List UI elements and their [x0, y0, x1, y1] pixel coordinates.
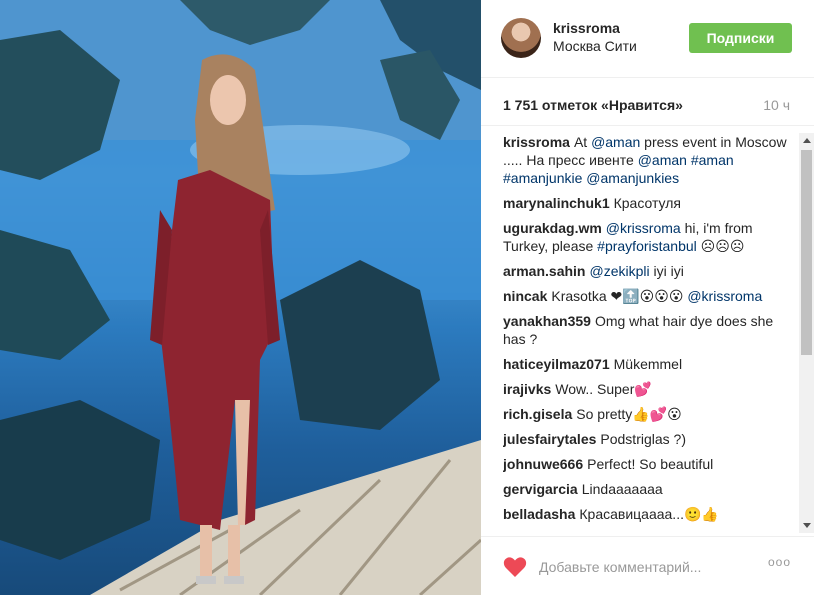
comment-item: haticeyilmaz071 Mükemmel [503, 355, 793, 373]
comment-username[interactable]: arman.sahin [503, 263, 585, 279]
comment-text: Perfect! So beautiful [587, 456, 714, 472]
comment-username[interactable]: marynalinchuk1 [503, 195, 610, 211]
avatar[interactable] [501, 18, 541, 58]
hashtag-link[interactable]: #aman [691, 152, 734, 168]
location-link[interactable]: Москва Сити [553, 38, 637, 54]
mention-link[interactable]: @zekikpli [589, 263, 649, 279]
comment-username[interactable]: irajivks [503, 381, 551, 397]
comment-username[interactable]: yanakhan359 [503, 313, 591, 329]
mention-link[interactable]: @aman [638, 152, 687, 168]
mention-link[interactable]: @krissroma [606, 220, 681, 236]
photo-illustration [0, 0, 481, 595]
mention-link[interactable]: @aman [591, 134, 640, 150]
comment-input[interactable] [537, 553, 741, 581]
comment-item: rich.gisela So pretty👍💕😮 [503, 405, 793, 423]
post-photo[interactable] [0, 0, 481, 595]
comment-item: gervigarcia Lindaaaaaaa [503, 480, 793, 498]
comment-text: So pretty👍💕😮 [576, 406, 682, 422]
comment-username[interactable]: rich.gisela [503, 406, 572, 422]
comment-item: ugurakdag.wm @krissroma hi, i'm from Turk… [503, 219, 793, 255]
instagram-post: krissroma Москва Сити Подписки 1 751 отм… [0, 0, 814, 595]
comment-username[interactable]: julesfairytales [503, 431, 596, 447]
comment-username[interactable]: nincak [503, 288, 547, 304]
comment-text: ☹☹☹ [696, 238, 745, 254]
triangle-up-icon [803, 138, 811, 143]
more-options-button[interactable]: ooo [768, 555, 791, 569]
likes-row: 1 751 отметок «Нравится» 10 ч [481, 78, 814, 126]
comment-text: At [573, 134, 592, 150]
likes-count[interactable]: 1 751 отметок «Нравится» [503, 97, 683, 113]
mention-link[interactable]: @krissroma [687, 288, 762, 304]
comments-list: krissroma At @aman press event in Moscow … [503, 133, 793, 533]
comment-username[interactable]: haticeyilmaz071 [503, 356, 610, 372]
post-header: krissroma Москва Сити Подписки [481, 0, 814, 78]
comment-text: Podstriglas ?) [600, 431, 686, 447]
comments-scrollbar[interactable] [799, 133, 814, 533]
comment-item: krissroma At @aman press event in Moscow … [503, 133, 793, 187]
comment-text: Красотуля [613, 195, 681, 211]
mention-link[interactable]: @amanjunkies [586, 170, 679, 186]
post-time: 10 ч [763, 97, 790, 113]
post-side-panel: krissroma Москва Сити Подписки 1 751 отм… [481, 0, 814, 595]
hashtag-link[interactable]: #prayforistanbul [597, 238, 697, 254]
comment-text: iyi iyi [649, 263, 684, 279]
username-link[interactable]: krissroma [553, 20, 620, 36]
comment-item: belladasha Красавицаааа...🙂👍 [503, 505, 793, 523]
comment-username[interactable]: krissroma [503, 134, 570, 150]
triangle-down-icon [803, 523, 811, 528]
hashtag-link[interactable]: #amanjunkie [503, 170, 582, 186]
comment-text: Wow.. Super💕 [555, 381, 652, 397]
heart-icon[interactable] [503, 556, 527, 578]
scroll-thumb[interactable] [801, 150, 812, 355]
comment-username[interactable]: belladasha [503, 506, 575, 522]
comment-bar: ooo [481, 536, 814, 596]
comment-item: yanakhan359 Omg what hair dye does she ha… [503, 312, 793, 348]
comment-item: julesfairytales Podstriglas ?) [503, 430, 793, 448]
comment-text: Mükemmel [613, 356, 683, 372]
comment-item: marynalinchuk1 Красотуля [503, 194, 793, 212]
comment-item: nincak Krasotka ❤🔝😮😮😮 @krissroma [503, 287, 793, 305]
comment-item: arman.sahin @zekikpli iyi iyi [503, 262, 793, 280]
comment-username[interactable]: gervigarcia [503, 481, 578, 497]
comment-text: Красавицаааа...🙂👍 [579, 506, 719, 522]
comment-username[interactable]: ugurakdag.wm [503, 220, 602, 236]
follow-button[interactable]: Подписки [689, 23, 792, 53]
comment-username[interactable]: johnuwe666 [503, 456, 583, 472]
comment-text: Krasotka ❤🔝😮😮😮 [551, 288, 688, 304]
scroll-down-button[interactable] [799, 518, 814, 533]
comment-item: johnuwe666 Perfect! So beautiful [503, 455, 793, 473]
comment-text: Lindaaaaaaa [581, 481, 663, 497]
scroll-up-button[interactable] [799, 133, 814, 148]
comment-item: irajivks Wow.. Super💕 [503, 380, 793, 398]
